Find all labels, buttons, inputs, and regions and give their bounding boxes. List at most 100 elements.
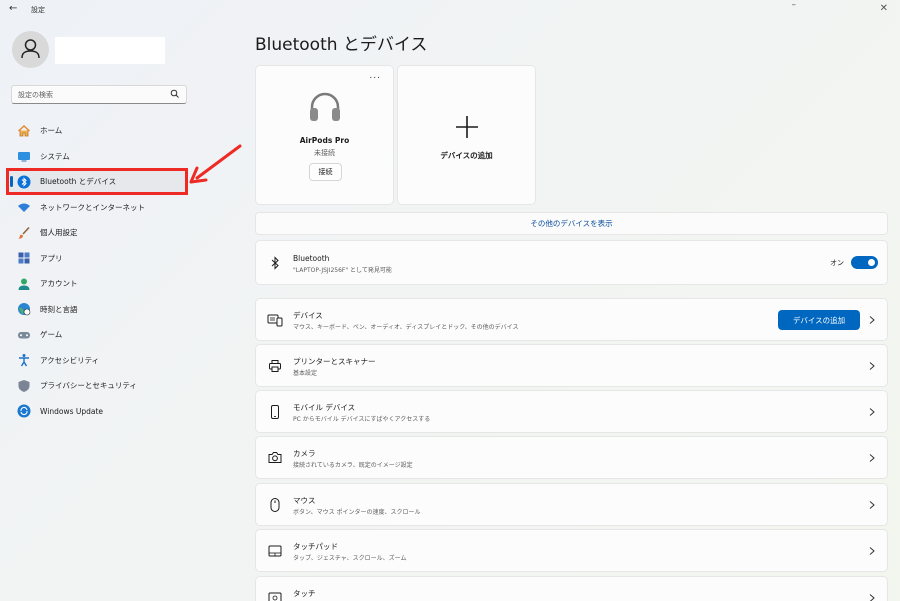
sidebar-item-label: ホーム <box>40 126 63 136</box>
gamepad-icon <box>17 328 31 342</box>
row-subtitle: 基本設定 <box>293 370 318 377</box>
touch-icon <box>267 590 283 601</box>
chevron-right-icon <box>869 407 875 416</box>
row-title: デバイス <box>293 311 323 320</box>
person-icon <box>21 39 40 59</box>
sidebar-item-label: アクセシビリティ <box>40 355 100 365</box>
printer-icon <box>267 358 283 374</box>
sidebar-item-personalization[interactable]: 個人用設定 <box>6 220 188 246</box>
accessibility-icon <box>17 353 31 367</box>
sidebar-item-label: アカウント <box>40 279 78 289</box>
add-device-card[interactable]: デバイスの追加 <box>397 65 536 205</box>
account-icon <box>17 277 31 291</box>
close-button[interactable]: ✕ <box>880 3 888 14</box>
sidebar-item-label: 時刻と言語 <box>40 304 78 314</box>
annotation-arrow <box>189 144 242 184</box>
headphones-icon <box>310 92 340 121</box>
sidebar-item-home[interactable]: ホーム <box>6 118 188 144</box>
system-icon <box>17 149 31 163</box>
row-title: タッチ <box>293 589 316 598</box>
search-box[interactable] <box>11 85 187 104</box>
sidebar-item-label: システム <box>40 151 70 161</box>
bluetooth-icon <box>267 255 283 271</box>
plus-icon <box>456 116 478 138</box>
row-title: Bluetooth <box>293 254 330 263</box>
camera-icon <box>267 450 283 466</box>
settings-row-camera[interactable]: カメラ 接続されているカメラ、既定のイメージ設定 <box>255 436 888 479</box>
show-more-devices-link[interactable]: その他のデバイスを表示 <box>255 212 888 235</box>
chevron-right-icon <box>869 593 875 601</box>
bluetooth-icon <box>17 175 31 189</box>
touchpad-icon <box>267 543 283 559</box>
sidebar-item-accessibility[interactable]: アクセシビリティ <box>6 348 188 374</box>
apps-icon <box>17 251 31 265</box>
shield-icon <box>17 379 31 393</box>
sidebar-item-label: アプリ <box>40 253 63 263</box>
search-input[interactable] <box>12 86 162 103</box>
page-title: Bluetooth とデバイス <box>255 35 428 55</box>
settings-row-mouse[interactable]: マウス ボタン、マウス ポインターの速度、スクロール <box>255 483 888 526</box>
title-bar: ← 設定 – ✕ <box>0 0 900 20</box>
add-device-label: デバイスの追加 <box>440 151 493 160</box>
sidebar-item-label: 個人用設定 <box>40 228 78 238</box>
user-name <box>55 37 165 64</box>
row-subtitle: 接続されているカメラ、既定のイメージ設定 <box>293 462 413 469</box>
back-button[interactable]: ← <box>9 3 17 14</box>
row-subtitle: マウス、キーボード、ペン、オーディオ、ディスプレイとドック、その他のデバイス <box>293 324 519 331</box>
sidebar-item-network[interactable]: ネットワークとインターネット <box>6 195 188 221</box>
toggle-label: オン <box>830 259 844 267</box>
sidebar-item-privacy[interactable]: プライバシーとセキュリティ <box>6 373 188 399</box>
app-title: 設定 <box>31 6 45 14</box>
chevron-right-icon <box>869 361 875 370</box>
sidebar-item-label: プライバシーとセキュリティ <box>40 381 137 391</box>
search-icon[interactable] <box>170 89 180 99</box>
more-options-button[interactable]: ... <box>369 71 381 81</box>
mouse-icon <box>267 497 283 513</box>
sidebar-item-apps[interactable]: アプリ <box>6 246 188 272</box>
minimize-button[interactable]: – <box>792 0 797 10</box>
sidebar-nav: ホーム システム Bluetooth とデバイス ネットワークとインターネット … <box>6 118 188 424</box>
toggle-knob <box>868 259 875 266</box>
row-subtitle: PC からモバイル デバイスにすばやくアクセスする <box>293 416 431 423</box>
brush-icon <box>17 226 31 240</box>
devices-icon <box>267 312 283 328</box>
device-card: ... AirPods Pro 未接続 接続 <box>255 65 394 205</box>
chevron-right-icon <box>869 315 875 324</box>
add-device-button[interactable]: デバイスの追加 <box>778 310 860 330</box>
chevron-right-icon <box>869 546 875 555</box>
sidebar-item-system[interactable]: システム <box>6 144 188 170</box>
row-title: カメラ <box>293 449 316 458</box>
sidebar-item-bluetooth[interactable]: Bluetooth とデバイス <box>6 169 188 195</box>
sidebar-item-label: ゲーム <box>40 330 63 340</box>
sidebar-item-time-language[interactable]: 時刻と言語 <box>6 297 188 323</box>
chevron-right-icon <box>869 500 875 509</box>
device-status: 未接続 <box>314 149 335 157</box>
network-icon <box>17 200 31 214</box>
settings-row-touch[interactable]: タッチ <box>255 576 888 601</box>
chevron-right-icon <box>869 453 875 462</box>
sidebar-item-accounts[interactable]: アカウント <box>6 271 188 297</box>
settings-row-touchpad[interactable]: タッチパッド タップ、ジェスチャ、スクロール、ズーム <box>255 529 888 572</box>
row-title: モバイル デバイス <box>293 403 356 412</box>
row-title: プリンターとスキャナー <box>293 357 376 366</box>
device-name: AirPods Pro <box>299 136 350 145</box>
connect-button[interactable]: 接続 <box>309 163 342 181</box>
bluetooth-row: Bluetooth "LAPTOP-JSJI256F" として発見可能 オン <box>255 240 888 285</box>
row-title: タッチパッド <box>293 542 338 551</box>
row-subtitle: ボタン、マウス ポインターの速度、スクロール <box>293 509 421 516</box>
row-title: マウス <box>293 496 316 505</box>
row-subtitle: "LAPTOP-JSJI256F" として発見可能 <box>293 267 392 274</box>
globe-clock-icon <box>17 302 31 316</box>
phone-icon <box>267 404 283 420</box>
sidebar-item-label: Bluetooth とデバイス <box>40 177 117 187</box>
settings-row-printers[interactable]: プリンターとスキャナー 基本設定 <box>255 344 888 387</box>
bluetooth-toggle[interactable] <box>851 256 878 269</box>
home-icon <box>17 124 31 138</box>
settings-row-devices[interactable]: デバイス マウス、キーボード、ペン、オーディオ、ディスプレイとドック、その他のデ… <box>255 298 888 341</box>
sidebar-item-gaming[interactable]: ゲーム <box>6 322 188 348</box>
sidebar-item-windows-update[interactable]: Windows Update <box>6 399 188 425</box>
avatar[interactable] <box>12 31 49 68</box>
sidebar-item-label: ネットワークとインターネット <box>40 202 145 212</box>
active-indicator <box>10 176 13 187</box>
settings-row-mobile-devices[interactable]: モバイル デバイス PC からモバイル デバイスにすばやくアクセスする <box>255 390 888 433</box>
